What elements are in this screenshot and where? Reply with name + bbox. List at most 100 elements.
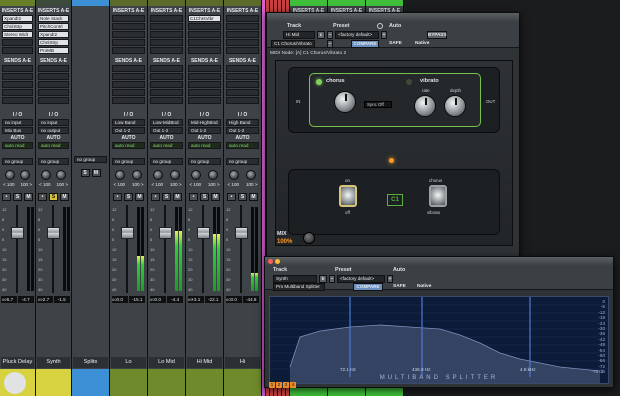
pan-left-knob[interactable] <box>191 170 202 180</box>
record-button[interactable]: • <box>227 193 236 201</box>
pan-right-knob[interactable] <box>169 170 180 180</box>
automation-select[interactable]: auto read <box>188 142 221 149</box>
safe-button[interactable]: SAFE <box>393 284 406 289</box>
crossover-1-frequency[interactable]: 72.1 Hz <box>340 367 356 372</box>
peak-readout[interactable]: -4.4 <box>167 296 184 303</box>
insert-slot-empty[interactable] <box>2 39 33 46</box>
solo-button[interactable]: S <box>238 193 247 201</box>
pan-left-knob[interactable] <box>4 170 15 180</box>
peak-readout[interactable]: -44.8 <box>243 296 260 303</box>
pan-right-knob[interactable] <box>131 170 142 180</box>
solo-button[interactable]: S <box>49 193 58 201</box>
track-select[interactable]: Synth <box>273 275 317 283</box>
insert-slot-empty[interactable] <box>226 15 259 22</box>
plugin-window-multiband-splitter[interactable]: Track Preset Auto Synth b − <factory def… <box>264 256 614 388</box>
bypass-button[interactable]: BYPASS <box>427 31 447 39</box>
insert-slot-empty[interactable] <box>226 31 259 38</box>
mute-button[interactable]: M <box>91 169 101 177</box>
insert-slot-empty[interactable] <box>188 47 221 54</box>
pan-right-knob[interactable] <box>56 170 67 180</box>
track-name[interactable]: Hi <box>225 357 260 368</box>
insert-slot-empty[interactable] <box>2 47 33 54</box>
volume-fader[interactable] <box>235 227 248 239</box>
insert-slot[interactable]: ChnlStrp <box>2 23 33 30</box>
track-name[interactable]: Lo <box>111 357 146 368</box>
insert-slot-empty[interactable] <box>188 31 221 38</box>
insert-select[interactable]: Pro Multiband Splitter <box>273 283 325 291</box>
channel-strip-hi[interactable]: INSERTS A-E SENDS A-E I / O High Band Out 1-… <box>224 0 262 396</box>
track-name[interactable]: Hi Mid <box>187 357 222 368</box>
channel-strip-lomid[interactable]: INSERTS A-E SENDS A-E I / O Low-MidBnd Out 1… <box>148 0 186 396</box>
input-select[interactable]: High Band <box>226 119 259 126</box>
insert-slot[interactable]: ProMB <box>38 47 69 54</box>
input-select[interactable]: Low Band <box>112 119 145 126</box>
volume-fader[interactable] <box>197 227 210 239</box>
preset-select[interactable]: <factory default> <box>337 275 385 283</box>
output-select[interactable]: Out 1-2 <box>112 127 145 134</box>
peak-readout[interactable]: -22.1 <box>205 296 222 303</box>
track-select[interactable]: Hi Mid <box>283 31 315 39</box>
output-select[interactable]: Out 1-2 <box>150 127 183 134</box>
group-select[interactable]: no group <box>112 158 145 165</box>
record-button[interactable]: • <box>189 193 198 201</box>
insert-slot-empty[interactable] <box>150 15 183 22</box>
solo-button[interactable]: S <box>13 193 22 201</box>
multiband-spectrum-display[interactable]: 0 -6 -12 -18 -24 -30 -36 -42 -48 -54 -60 -66 -72 -78 … <box>269 296 609 384</box>
chorus-led-icon[interactable] <box>316 79 322 85</box>
mute-button[interactable]: M <box>211 193 220 201</box>
insert-slot-empty[interactable] <box>112 15 145 22</box>
peak-readout[interactable]: -15.1 <box>129 296 146 303</box>
automation-select[interactable]: auto read <box>112 142 145 149</box>
insert-slot-empty[interactable] <box>226 39 259 46</box>
mute-button[interactable]: M <box>24 193 33 201</box>
on-off-footswitch[interactable] <box>339 185 357 207</box>
band-tab-2[interactable]: 2 <box>276 382 282 388</box>
preset-select[interactable]: <factory default> <box>335 31 379 39</box>
peak-readout[interactable]: -4.7 <box>17 296 34 303</box>
record-button[interactable]: • <box>113 193 122 201</box>
insert-slot-empty[interactable] <box>150 39 183 46</box>
output-select[interactable]: Out 1-2 <box>226 127 259 134</box>
channel-strip-himid[interactable]: INSERTS A-E C1ChrsVibr SENDS A-E I / O Mid-H… <box>186 0 224 396</box>
insert-slot[interactable]: C1ChrsVibr <box>188 15 221 22</box>
pan-right-knob[interactable] <box>207 170 218 180</box>
mute-button[interactable]: M <box>249 193 258 201</box>
close-icon[interactable] <box>268 259 273 264</box>
insert-select[interactable]: C1 Chorus/Vibrato <box>271 40 315 48</box>
pan-right-knob[interactable] <box>245 170 256 180</box>
insert-slot[interactable]: Xpand!2 <box>38 31 69 38</box>
crossover-2-frequency[interactable]: 436.9 Hz <box>412 367 430 372</box>
insert-slot[interactable]: Note Stack <box>38 15 69 22</box>
output-select[interactable]: Mix Bus <box>2 127 33 134</box>
insert-slot-empty[interactable] <box>112 31 145 38</box>
insert-slot[interactable]: Stereo Widt <box>2 31 33 38</box>
solo-button[interactable]: S <box>124 193 133 201</box>
automation-select[interactable]: auto read <box>2 142 33 149</box>
group-select[interactable]: no group <box>38 158 69 165</box>
pan-left-knob[interactable] <box>115 170 126 180</box>
peak-readout[interactable]: -1.5 <box>53 296 70 303</box>
chorus-knob[interactable] <box>334 91 356 113</box>
volume-fader[interactable] <box>159 227 172 239</box>
pan-right-knob[interactable] <box>20 170 31 180</box>
automation-select[interactable]: auto read <box>226 142 259 149</box>
preset-plus-button[interactable]: + <box>381 31 387 39</box>
input-select[interactable]: no input <box>2 119 33 126</box>
group-select[interactable]: no group <box>2 158 33 165</box>
insert-slot[interactable]: ChnlStrp <box>38 39 69 46</box>
solo-button[interactable]: S <box>80 169 90 177</box>
band-tab-4[interactable]: 4 <box>290 382 296 388</box>
group-select[interactable]: no group <box>150 158 183 165</box>
automation-select[interactable]: auto read <box>38 142 69 149</box>
record-button[interactable]: • <box>38 193 47 201</box>
track-name[interactable]: Pluck Delay <box>1 357 34 368</box>
input-select[interactable]: no input <box>38 119 69 126</box>
mute-button[interactable]: M <box>173 193 182 201</box>
minimize-icon[interactable] <box>275 259 280 264</box>
group-select[interactable]: no group <box>188 158 221 165</box>
insert-slot-empty[interactable] <box>226 23 259 30</box>
mute-button[interactable]: M <box>135 193 144 201</box>
channel-strip-pluck[interactable]: INSERTS A-E Xpand!2 ChnlStrp Stereo Widt SEN… <box>0 0 36 396</box>
safe-button[interactable]: SAFE <box>389 41 402 46</box>
insert-slot-empty[interactable] <box>112 23 145 30</box>
